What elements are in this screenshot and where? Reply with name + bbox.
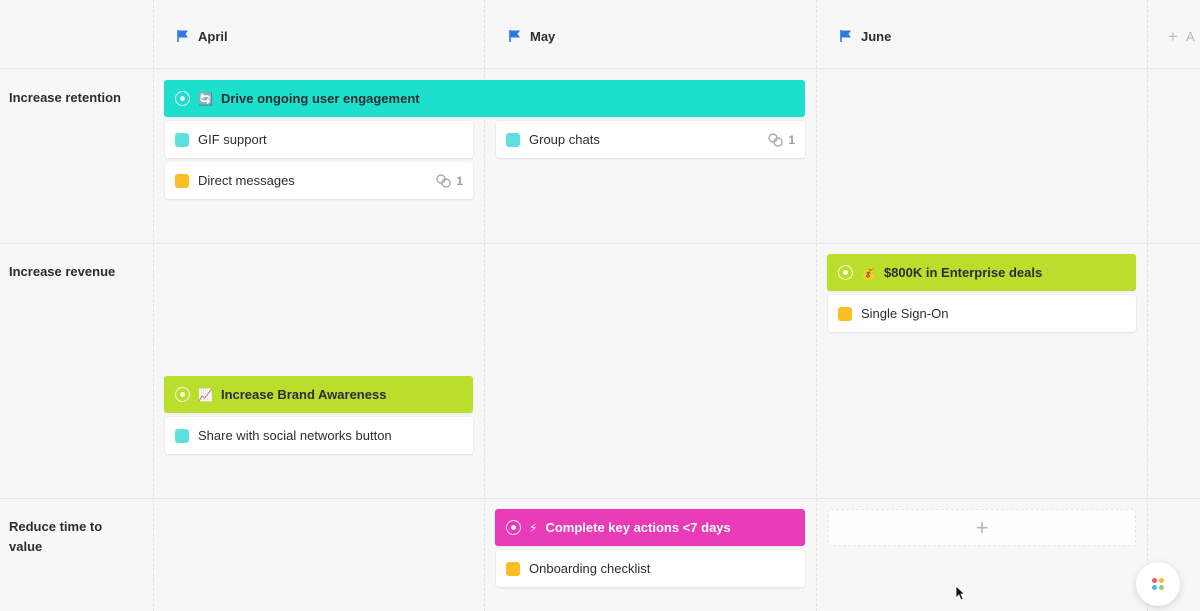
- task-title: Group chats: [529, 132, 600, 147]
- apps-grid-icon: [1152, 578, 1164, 590]
- task-card-onboarding-checklist[interactable]: Onboarding checklist: [496, 550, 805, 587]
- plus-icon: +: [975, 514, 989, 540]
- goal-emoji: 📈: [198, 387, 213, 402]
- task-title: Onboarding checklist: [529, 561, 651, 576]
- flag-icon: [840, 30, 851, 42]
- row-label-time-to-value: Reduce time to value: [9, 519, 103, 554]
- task-title: Single Sign-On: [861, 306, 949, 321]
- status-indicator: [506, 132, 520, 147]
- row-label-retention: Increase retention: [9, 90, 121, 105]
- status-indicator: [175, 428, 189, 443]
- subtask-count-value: 1: [788, 132, 795, 147]
- goal-bar-enterprise-deals[interactable]: 💰 $800K in Enterprise deals: [827, 254, 1136, 291]
- month-label: June: [861, 28, 892, 44]
- column-divider: [1147, 0, 1148, 611]
- subtask-count[interactable]: 1: [768, 121, 795, 158]
- subtask-count[interactable]: 1: [436, 162, 463, 199]
- target-icon: [175, 91, 190, 106]
- goal-emoji: 🔄: [198, 91, 213, 106]
- status-indicator: [175, 173, 189, 188]
- goal-bar-engagement[interactable]: 🔄 Drive ongoing user engagement: [164, 80, 805, 117]
- target-icon: [838, 265, 853, 280]
- row-divider: [0, 243, 1200, 244]
- task-card-direct-messages[interactable]: Direct messages 1: [165, 162, 473, 199]
- subtasks-icon: [436, 173, 452, 188]
- goal-title: $800K in Enterprise deals: [883, 265, 1043, 280]
- mouse-cursor-icon: [955, 585, 965, 601]
- month-label: May: [530, 28, 556, 44]
- goal-title: Drive ongoing user engagement: [220, 91, 420, 106]
- goal-emoji: 💰: [861, 265, 876, 280]
- month-header-april[interactable]: April: [176, 22, 228, 50]
- target-icon: [506, 520, 521, 535]
- column-divider: [816, 0, 817, 611]
- month-label: April: [198, 28, 228, 44]
- row-divider: [0, 498, 1200, 499]
- add-month-label: A: [1185, 28, 1195, 44]
- apps-button[interactable]: [1136, 562, 1180, 606]
- plus-icon: +: [1168, 26, 1178, 46]
- header-divider: [0, 68, 1200, 69]
- task-card-single-sign-on[interactable]: Single Sign-On: [828, 295, 1136, 332]
- goal-bar-key-actions[interactable]: ⚡ Complete key actions <7 days: [495, 509, 805, 546]
- status-indicator: [506, 561, 520, 576]
- status-indicator: [175, 132, 189, 147]
- target-icon: [175, 387, 190, 402]
- task-card-share-social[interactable]: Share with social networks button: [165, 417, 473, 454]
- task-title: Direct messages: [198, 173, 295, 188]
- month-header-june[interactable]: June: [839, 22, 891, 50]
- add-month-button[interactable]: + A: [1168, 22, 1195, 50]
- task-title: GIF support: [198, 132, 267, 147]
- column-divider: [153, 0, 154, 611]
- goal-bar-brand-awareness[interactable]: 📈 Increase Brand Awareness: [164, 376, 473, 413]
- goal-emoji: ⚡: [529, 520, 538, 535]
- task-card-group-chats[interactable]: Group chats 1: [496, 121, 805, 158]
- task-card-gif-support[interactable]: GIF support: [165, 121, 473, 158]
- status-indicator: [838, 306, 852, 321]
- subtasks-icon: [768, 132, 784, 147]
- task-title: Share with social networks button: [198, 428, 392, 443]
- goal-title: Complete key actions <7 days: [545, 520, 731, 535]
- flag-icon: [509, 30, 520, 42]
- goal-title: Increase Brand Awareness: [220, 387, 387, 402]
- month-header-may[interactable]: May: [508, 22, 555, 50]
- add-item-slot[interactable]: +: [828, 509, 1136, 546]
- subtask-count-value: 1: [456, 173, 463, 188]
- row-label-revenue: Increase revenue: [9, 264, 116, 279]
- flag-icon: [177, 30, 188, 42]
